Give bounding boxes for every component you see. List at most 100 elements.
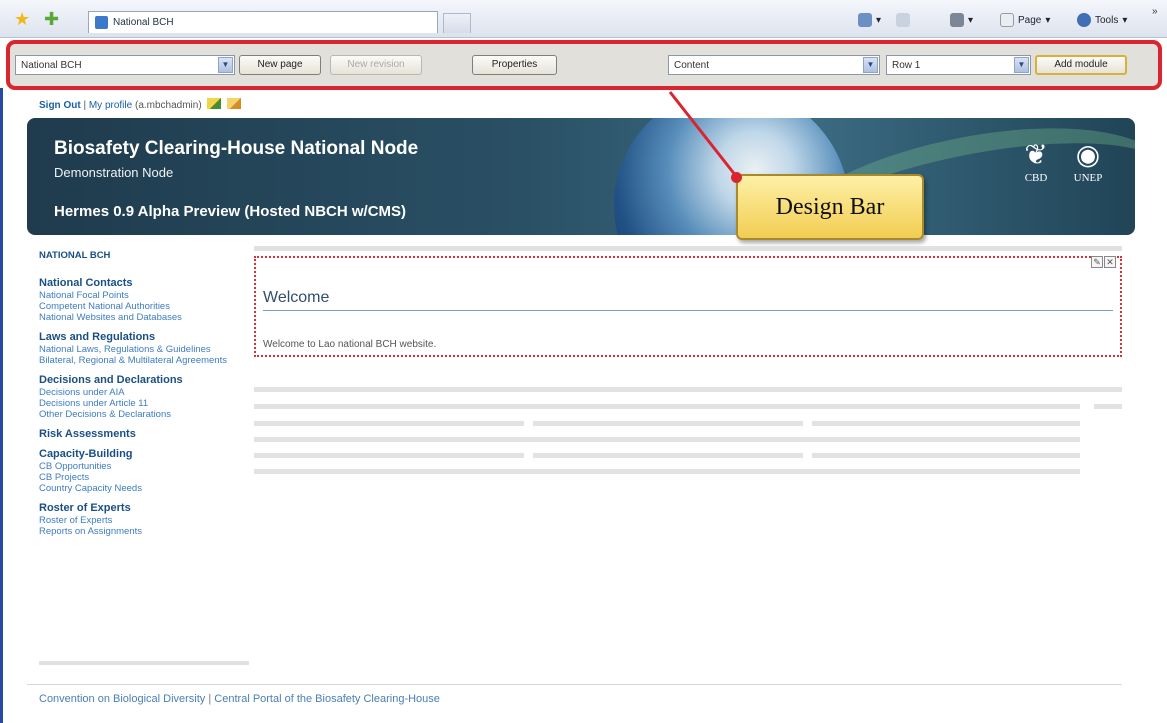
cbd-logo-label: CBD — [1024, 172, 1048, 184]
placeholder-bar — [1094, 404, 1122, 409]
browser-tab-title: National BCH — [113, 17, 174, 28]
nav-group-heading[interactable]: National Contacts — [39, 277, 239, 289]
unep-logo[interactable]: ◉ UNEP — [1069, 140, 1107, 184]
browser-tab[interactable]: National BCH — [88, 11, 438, 33]
zone-select[interactable]: Content ▼ — [668, 55, 880, 75]
footer-cbd-link[interactable]: Convention on Biological Diversity — [39, 693, 205, 705]
home-button[interactable]: ▾ — [858, 13, 881, 27]
placeholder-bar — [254, 404, 1080, 409]
zone-select-value: Content — [674, 60, 710, 71]
nav-link[interactable]: Country Capacity Needs — [39, 483, 239, 494]
tools-menu-label: Tools — [1095, 14, 1119, 26]
site-select[interactable]: National BCH ▼ — [15, 55, 235, 75]
nav-group: Laws and Regulations National Laws, Regul… — [39, 331, 239, 366]
nav-link[interactable]: CB Opportunities — [39, 461, 239, 472]
sidebar-divider — [39, 661, 249, 665]
placeholder-bar — [254, 469, 1080, 474]
nav-link[interactable]: Decisions under AIA — [39, 387, 239, 398]
placeholder-bar — [812, 421, 1080, 426]
nav-link[interactable]: CB Projects — [39, 472, 239, 483]
welcome-module[interactable]: ✎ ✕ Welcome Welcome to Lao national BCH … — [254, 256, 1122, 357]
tools-menu[interactable]: Tools ▾ — [1077, 13, 1127, 27]
add-module-button[interactable]: Add module — [1035, 55, 1127, 75]
new-revision-button[interactable]: New revision — [330, 55, 422, 75]
nav-group: Roster of Experts Roster of Experts Report… — [39, 502, 239, 537]
chevron-down-icon: ▼ — [218, 57, 233, 73]
new-tab-button[interactable] — [443, 13, 471, 33]
footer-bch-portal-link[interactable]: Central Portal of the Biosafety Clearing… — [214, 693, 440, 705]
placeholder-bar — [254, 437, 1080, 442]
nav-group-heading[interactable]: Roster of Experts — [39, 502, 239, 514]
nav-group: National Contacts National Focal Points Co… — [39, 277, 239, 323]
nav-link[interactable]: National Focal Points — [39, 290, 239, 301]
page-menu[interactable]: Page ▾ — [1000, 13, 1050, 27]
nav-link[interactable]: Bilateral, Regional & Multilateral Agree… — [39, 355, 239, 366]
footer-separator: | — [208, 693, 212, 705]
nav-root[interactable]: NATIONAL BCH — [39, 250, 239, 261]
user-bar-separator: | — [83, 100, 87, 111]
row-select-value: Row 1 — [892, 60, 921, 71]
page-favicon-icon — [95, 16, 108, 29]
nav-link[interactable]: National Laws, Regulations & Guidelines — [39, 344, 239, 355]
placeholder-bar — [533, 421, 803, 426]
printer-icon — [950, 13, 964, 27]
design-bar: National BCH ▼ New page New revision Pro… — [6, 40, 1162, 90]
placeholder-bar — [812, 453, 1080, 458]
nav-link[interactable]: Reports on Assignments — [39, 526, 239, 537]
edit-page-icon[interactable] — [207, 98, 222, 109]
site-select-value: National BCH — [21, 60, 82, 71]
nav-group-heading[interactable]: Risk Assessments — [39, 428, 239, 440]
page-menu-label: Page — [1018, 14, 1042, 26]
row-select[interactable]: Row 1 ▼ — [886, 55, 1031, 75]
content-divider — [254, 246, 1122, 251]
sign-out-link[interactable]: Sign Out — [39, 100, 81, 111]
my-profile-link[interactable]: My profile — [89, 100, 132, 111]
nav-link[interactable]: National Websites and Databases — [39, 312, 239, 323]
chevron-down-icon: ▼ — [863, 57, 878, 73]
user-bar: Sign Out | My profile (a.mbchadmin) — [39, 98, 242, 111]
placeholder-bar — [254, 387, 1122, 392]
leaf-icon: ❦ — [1024, 140, 1048, 171]
folder-edit-icon[interactable] — [227, 98, 242, 109]
home-icon — [858, 13, 872, 27]
placeholder-bar — [533, 453, 803, 458]
footer-divider — [27, 684, 1122, 685]
unep-emblem-icon: ◉ — [1075, 140, 1101, 171]
print-button[interactable]: ▾ — [950, 13, 973, 27]
nav-link[interactable]: Roster of Experts — [39, 515, 239, 526]
nav-group: Capacity-Building CB Opportunities CB Proj… — [39, 448, 239, 494]
nav-group-heading[interactable]: Capacity-Building — [39, 448, 239, 460]
module-delete-icon[interactable]: ✕ — [1104, 256, 1116, 268]
nav-link[interactable]: Other Decisions & Declarations — [39, 409, 239, 420]
site-banner: Biosafety Clearing-House National Node D… — [27, 118, 1135, 235]
design-bar-callout: Design Bar — [736, 174, 924, 240]
module-title-rule — [263, 310, 1113, 311]
nav-group-heading[interactable]: Laws and Regulations — [39, 331, 239, 343]
gear-icon — [1077, 13, 1091, 27]
footer: Convention on Biological Diversity | Cen… — [39, 693, 440, 705]
nav-group-heading[interactable]: Decisions and Declarations — [39, 374, 239, 386]
cbd-logo[interactable]: ❦ CBD — [1017, 140, 1055, 184]
add-favorites-icon[interactable]: ✚ — [44, 10, 59, 28]
username: (a.mbchadmin) — [134, 100, 202, 111]
feeds-button[interactable] — [896, 13, 910, 27]
properties-button[interactable]: Properties — [472, 55, 557, 75]
new-page-button[interactable]: New page — [239, 55, 321, 75]
module-title: Welcome — [263, 289, 330, 306]
module-body: Welcome to Lao national BCH website. — [263, 339, 437, 350]
feeds-icon — [896, 13, 910, 27]
nav-link[interactable]: Decisions under Article 11 — [39, 398, 239, 409]
chevron-down-icon: ▼ — [1014, 57, 1029, 73]
favorites-star-icon[interactable]: ★ — [14, 10, 30, 28]
banner-subtitle: Demonstration Node — [54, 165, 174, 180]
placeholder-bar — [254, 453, 524, 458]
banner-version: Hermes 0.9 Alpha Preview (Hosted NBCH w/… — [54, 203, 407, 220]
nav-group: Risk Assessments — [39, 428, 239, 440]
page-icon — [1000, 13, 1014, 27]
nav-link[interactable]: Competent National Authorities — [39, 301, 239, 312]
module-edit-icon[interactable]: ✎ — [1091, 256, 1103, 268]
chevron-more-icon[interactable]: » — [1152, 6, 1158, 17]
partner-logos: ❦ CBD ◉ UNEP — [1017, 140, 1107, 184]
unep-logo-label: UNEP — [1073, 172, 1103, 184]
placeholder-bar — [254, 421, 524, 426]
